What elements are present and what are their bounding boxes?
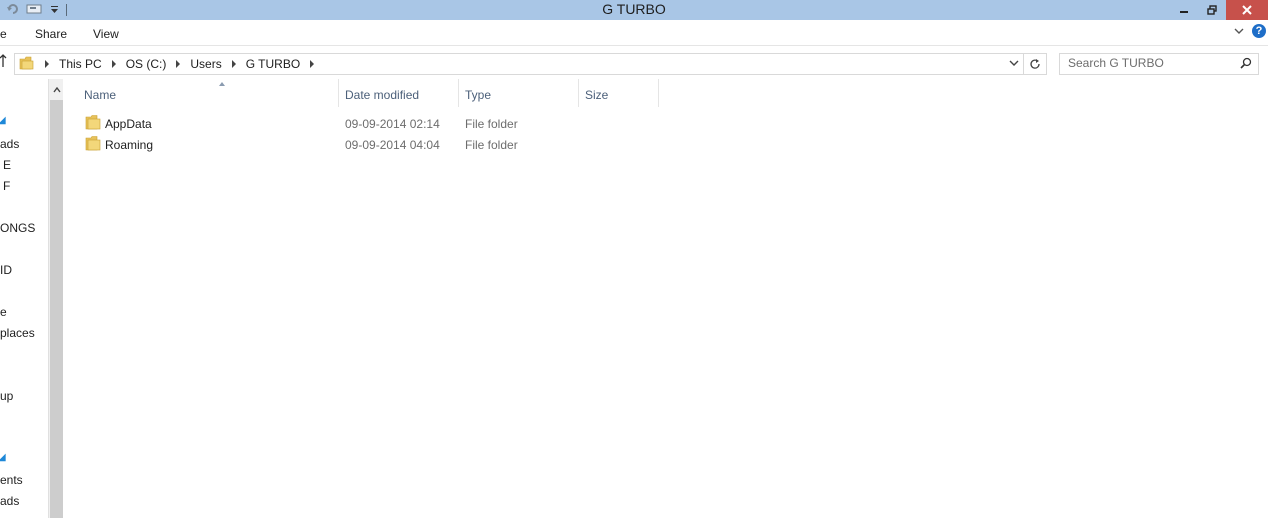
nav-item-e2[interactable]: e [0,305,7,319]
sort-up-icon [219,82,225,86]
window-controls [1170,0,1268,20]
up-arrow-icon[interactable] [0,54,7,71]
breadcrumb-os-c[interactable]: OS (C:) [122,57,171,71]
restore-button[interactable] [1198,0,1226,20]
address-dropdown-icon[interactable] [1009,57,1019,72]
nav-item-songs[interactable]: ONGS [0,221,35,235]
minimize-icon [1180,11,1188,13]
minimize-button[interactable] [1170,0,1198,20]
refresh-button[interactable] [1024,53,1047,75]
scroll-up-icon[interactable] [49,82,64,98]
breadcrumb-users[interactable]: Users [186,57,225,71]
ribbon-expand-icon[interactable] [1234,27,1244,35]
search-input[interactable] [1060,54,1238,72]
breadcrumb-separator[interactable] [45,60,49,68]
file-name: Roaming [105,138,154,152]
column-header-name[interactable]: Name [78,79,339,107]
breadcrumb-this-pc[interactable]: This PC [55,57,106,71]
restore-icon [1207,5,1217,15]
address-row: This PC OS (C:) Users G TURBO [0,45,1268,80]
close-icon [1242,5,1252,15]
folder-icon [85,136,101,154]
nav-item-downloads2[interactable]: ads [0,494,19,508]
nav-item-places[interactable]: places [0,326,35,340]
navigation-pane: ◢ ads E F ONGS ID e places up ◢ ents ads [0,79,48,518]
help-icon[interactable]: ? [1252,24,1266,38]
search-icon[interactable] [1240,57,1252,72]
column-header-size[interactable]: Size [579,79,659,107]
nav-item-up[interactable]: up [0,389,13,403]
tab-view[interactable]: View [93,27,119,41]
file-type: File folder [465,138,518,152]
file-date: 09-09-2014 04:04 [345,138,440,152]
file-list: Name Date modified Type Size AppData 09-… [63,79,1268,518]
breadcrumb-g-turbo[interactable]: G TURBO [242,57,304,71]
breadcrumb-separator[interactable] [231,60,236,68]
address-bar[interactable]: This PC OS (C:) Users G TURBO [14,53,1024,75]
file-date: 09-09-2014 02:14 [345,117,440,131]
search-box [1059,53,1259,75]
tab-share[interactable]: Share [35,27,67,41]
file-name: AppData [105,117,152,131]
ribbon-controls: ? [1234,24,1266,38]
breadcrumb-separator[interactable] [310,60,315,68]
title-bar: G TURBO [0,0,1268,20]
folder-icon [85,115,101,133]
nav-item-f[interactable]: F [3,179,10,193]
breadcrumb-separator[interactable] [111,60,116,68]
nav-expand-icon[interactable]: ◢ [0,452,6,463]
breadcrumb: This PC OS (C:) Users G TURBO [15,54,320,74]
refresh-icon [1030,59,1040,69]
nav-scrollbar[interactable] [48,79,64,518]
window-title: G TURBO [602,1,666,17]
scroll-thumb[interactable] [50,100,63,518]
nav-expand-icon[interactable]: ◢ [0,115,6,126]
column-header-type[interactable]: Type [459,79,579,107]
nav-item-downloads[interactable]: ads [0,137,19,151]
file-type: File folder [465,117,518,131]
nav-item-id[interactable]: ID [0,263,12,277]
table-row[interactable]: Roaming 09-09-2014 04:04 File folder [83,134,683,155]
close-button[interactable] [1226,0,1268,20]
tab-home[interactable]: e [0,27,7,41]
nav-item-e[interactable]: E [3,158,11,172]
column-header-date-modified[interactable]: Date modified [339,79,459,107]
nav-item-documents[interactable]: ents [0,473,23,487]
breadcrumb-separator[interactable] [176,60,181,68]
table-row[interactable]: AppData 09-09-2014 02:14 File folder [83,113,683,134]
ribbon-tabs: e Share View ? [0,20,1268,45]
folder-icon [19,56,35,73]
